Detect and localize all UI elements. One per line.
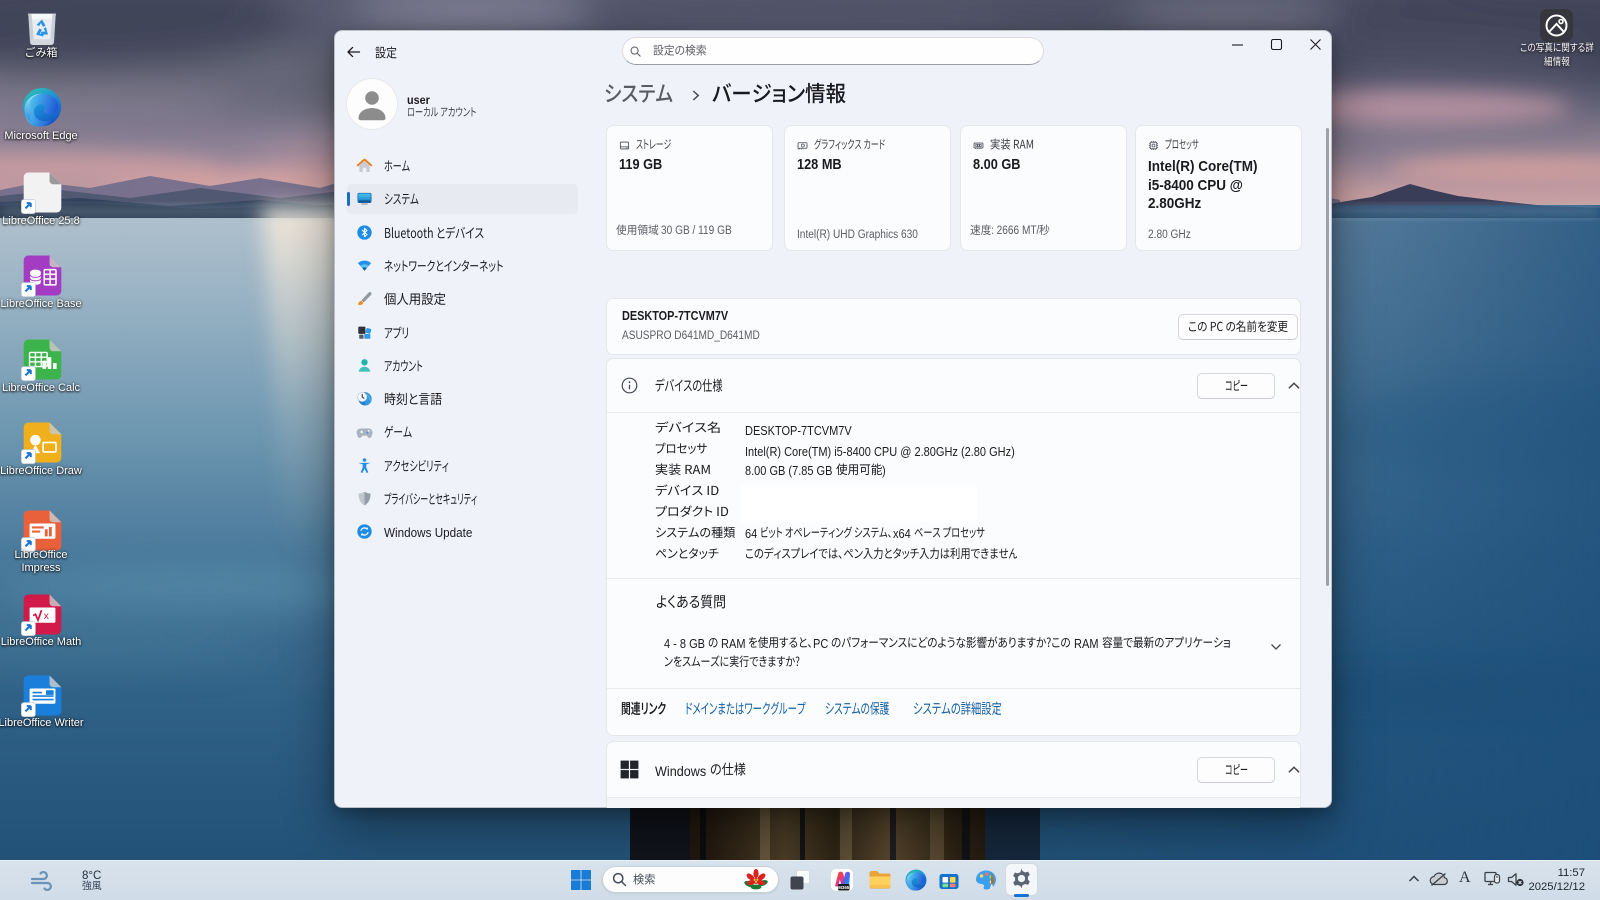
svg-text:x: x (44, 610, 50, 622)
svg-text:M365: M365 (838, 885, 850, 890)
